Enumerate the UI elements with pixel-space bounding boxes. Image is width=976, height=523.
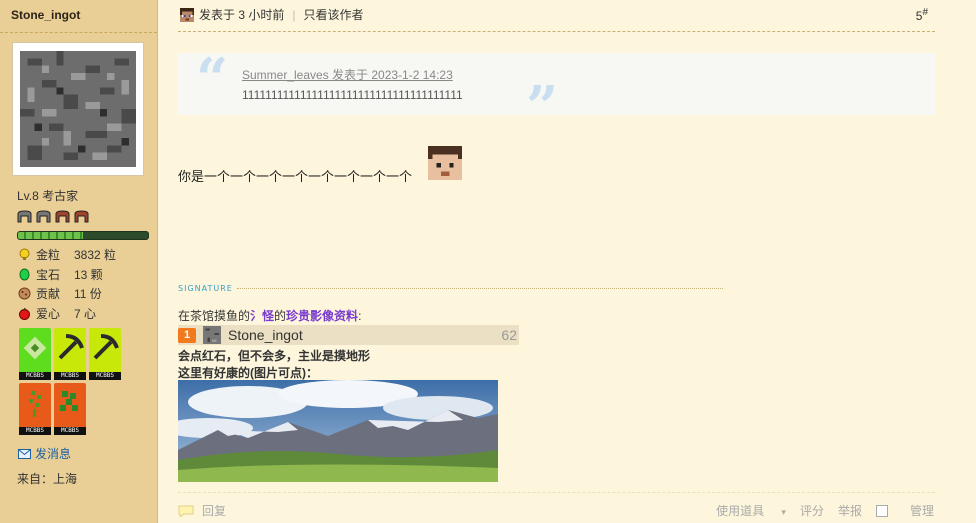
post-content: 发表于 3 小时前 | 只看该作者 5# “ Summer_leaves 发表于…: [158, 0, 976, 523]
rank-bar[interactable]: 1 Stone_ingot 62: [178, 325, 519, 345]
stat-label: 爱心: [36, 306, 61, 321]
manage-label: 管理: [909, 504, 934, 518]
rank-score: 62: [501, 327, 517, 343]
post-time: 发表于 3 小时前: [199, 8, 285, 22]
signature-line-2: 会点红石，但不会多，主业是摸地形: [178, 349, 371, 363]
iron-helmet-icon: [36, 210, 51, 223]
signature-lines: 会点红石，但不会多，主业是摸地形 这里有好康的(图片可点)：: [178, 348, 370, 382]
sig-prefix: 在茶馆摸鱼的: [178, 309, 251, 323]
manage-checkbox-group[interactable]: 管理: [875, 502, 934, 519]
reply-label: 回复: [202, 504, 227, 518]
footer-divider: [178, 492, 935, 493]
quote-author-link[interactable]: Summer_leaves 发表于 2023-1-2 14:23: [242, 66, 453, 83]
floor-sup: #: [922, 7, 928, 18]
stat-value: 7 心: [74, 306, 97, 321]
steve-head-icon: [180, 7, 194, 22]
sig-archive-link[interactable]: 珍贵影像资料: [286, 309, 358, 323]
steve-face-emoji-icon: [428, 146, 462, 180]
stat-label: 金粒: [36, 248, 61, 263]
stat-value: 3832 粒: [74, 248, 117, 263]
rank-number: 1: [178, 327, 196, 343]
stat-value: 11 份: [74, 287, 102, 302]
xp-bar: [17, 231, 149, 240]
close-quote-icon: ”: [526, 74, 559, 140]
post-tools: 使用道具 ▾ 评分 举报 管理: [688, 502, 934, 519]
leather-helmet-icon: [55, 210, 70, 223]
divider: [0, 32, 157, 33]
reply-button[interactable]: 回复: [178, 502, 226, 519]
user-level: Lv.8 考古家: [17, 189, 79, 203]
signature-divider: SIGNATURE: [178, 284, 723, 293]
medal-tag: MCBBS: [54, 372, 86, 380]
header-divider: |: [292, 7, 296, 22]
iron-helmet-icon: [17, 210, 32, 223]
speech-bubble-icon: [178, 505, 194, 517]
signature-line-1: 在茶馆摸鱼的氵怪的珍贵影像资料:: [178, 307, 361, 324]
stat-value: 13 颗: [74, 267, 103, 282]
stat-label: 贡献: [36, 287, 61, 302]
send-message-link[interactable]: 发消息: [18, 445, 71, 462]
signature-dots: [236, 288, 723, 289]
quote-text: 11111111111111111111111111111111111111: [242, 88, 463, 102]
open-quote-icon: “: [196, 46, 229, 112]
stat-gold: 金粒 3832 粒: [18, 245, 116, 265]
sig-of: 的: [274, 309, 287, 323]
cookie-icon: [18, 287, 31, 300]
leather-helmet-icon: [74, 210, 89, 223]
stat-contribution: 贡献 11 份: [18, 284, 116, 304]
medal-tag: MCBBS: [89, 372, 121, 380]
post-body: 你是一个一个一个一个一个一个一个一个: [178, 169, 413, 184]
landscape-image[interactable]: [178, 380, 498, 482]
stat-love: 爱心 7 心: [18, 304, 116, 324]
medal-tag: MCBBS: [19, 372, 51, 380]
chevron-down-icon: ▾: [781, 507, 786, 517]
avatar[interactable]: [12, 42, 144, 176]
gold-nugget-icon: [19, 248, 30, 261]
medal-tag: MCBBS: [54, 427, 86, 435]
report-button[interactable]: 举报: [838, 502, 862, 519]
signature-label: SIGNATURE: [178, 284, 233, 293]
username[interactable]: Stone_ingot: [11, 8, 80, 22]
only-author-link[interactable]: 只看该作者: [303, 6, 363, 23]
sig-name-link[interactable]: 氵怪: [250, 309, 274, 323]
user-sidebar: Stone_ingot Lv.8 考古家 金粒 3832 粒 宝石 13 颗 贡…: [0, 0, 158, 523]
stat-label: 宝石: [36, 267, 61, 282]
manage-checkbox[interactable]: [875, 504, 888, 517]
medal-sapling-icon[interactable]: MCBBS: [19, 383, 51, 435]
send-message-label: 发消息: [35, 447, 72, 461]
medal-pickaxe-icon[interactable]: MCBBS: [89, 328, 121, 380]
emerald-icon: [19, 268, 30, 281]
medal-pickaxe-icon[interactable]: MCBBS: [54, 328, 86, 380]
rank-username: Stone_ingot: [228, 327, 303, 343]
xp-bar-fill: [18, 232, 83, 239]
rate-button[interactable]: 评分: [800, 502, 824, 519]
medal-vine-icon[interactable]: MCBBS: [54, 383, 86, 435]
envelope-icon: [18, 448, 31, 459]
apple-icon: [19, 307, 30, 320]
level-helmets: [17, 210, 89, 223]
post-header: 发表于 3 小时前 | 只看该作者: [180, 6, 363, 23]
quote-block: “ Summer_leaves 发表于 2023-1-2 14:23 11111…: [178, 46, 935, 135]
use-tool-button[interactable]: 使用道具 ▾: [702, 502, 786, 519]
sig-colon: :: [358, 309, 362, 323]
stone-mini-avatar-icon: [203, 326, 221, 344]
header-divider-line: [178, 31, 935, 32]
stat-gem: 宝石 13 颗: [18, 265, 116, 285]
floor-number[interactable]: 5#: [916, 7, 928, 23]
use-tool-label: 使用道具: [716, 504, 765, 518]
stone-block-avatar-icon: [20, 51, 136, 167]
user-stats: 金粒 3832 粒 宝石 13 颗 贡献 11 份 爱心 7 心: [18, 245, 116, 323]
user-location: 来自：上海: [17, 472, 78, 486]
medal-slime-icon[interactable]: MCBBS: [19, 328, 51, 380]
medal-tag: MCBBS: [19, 427, 51, 435]
